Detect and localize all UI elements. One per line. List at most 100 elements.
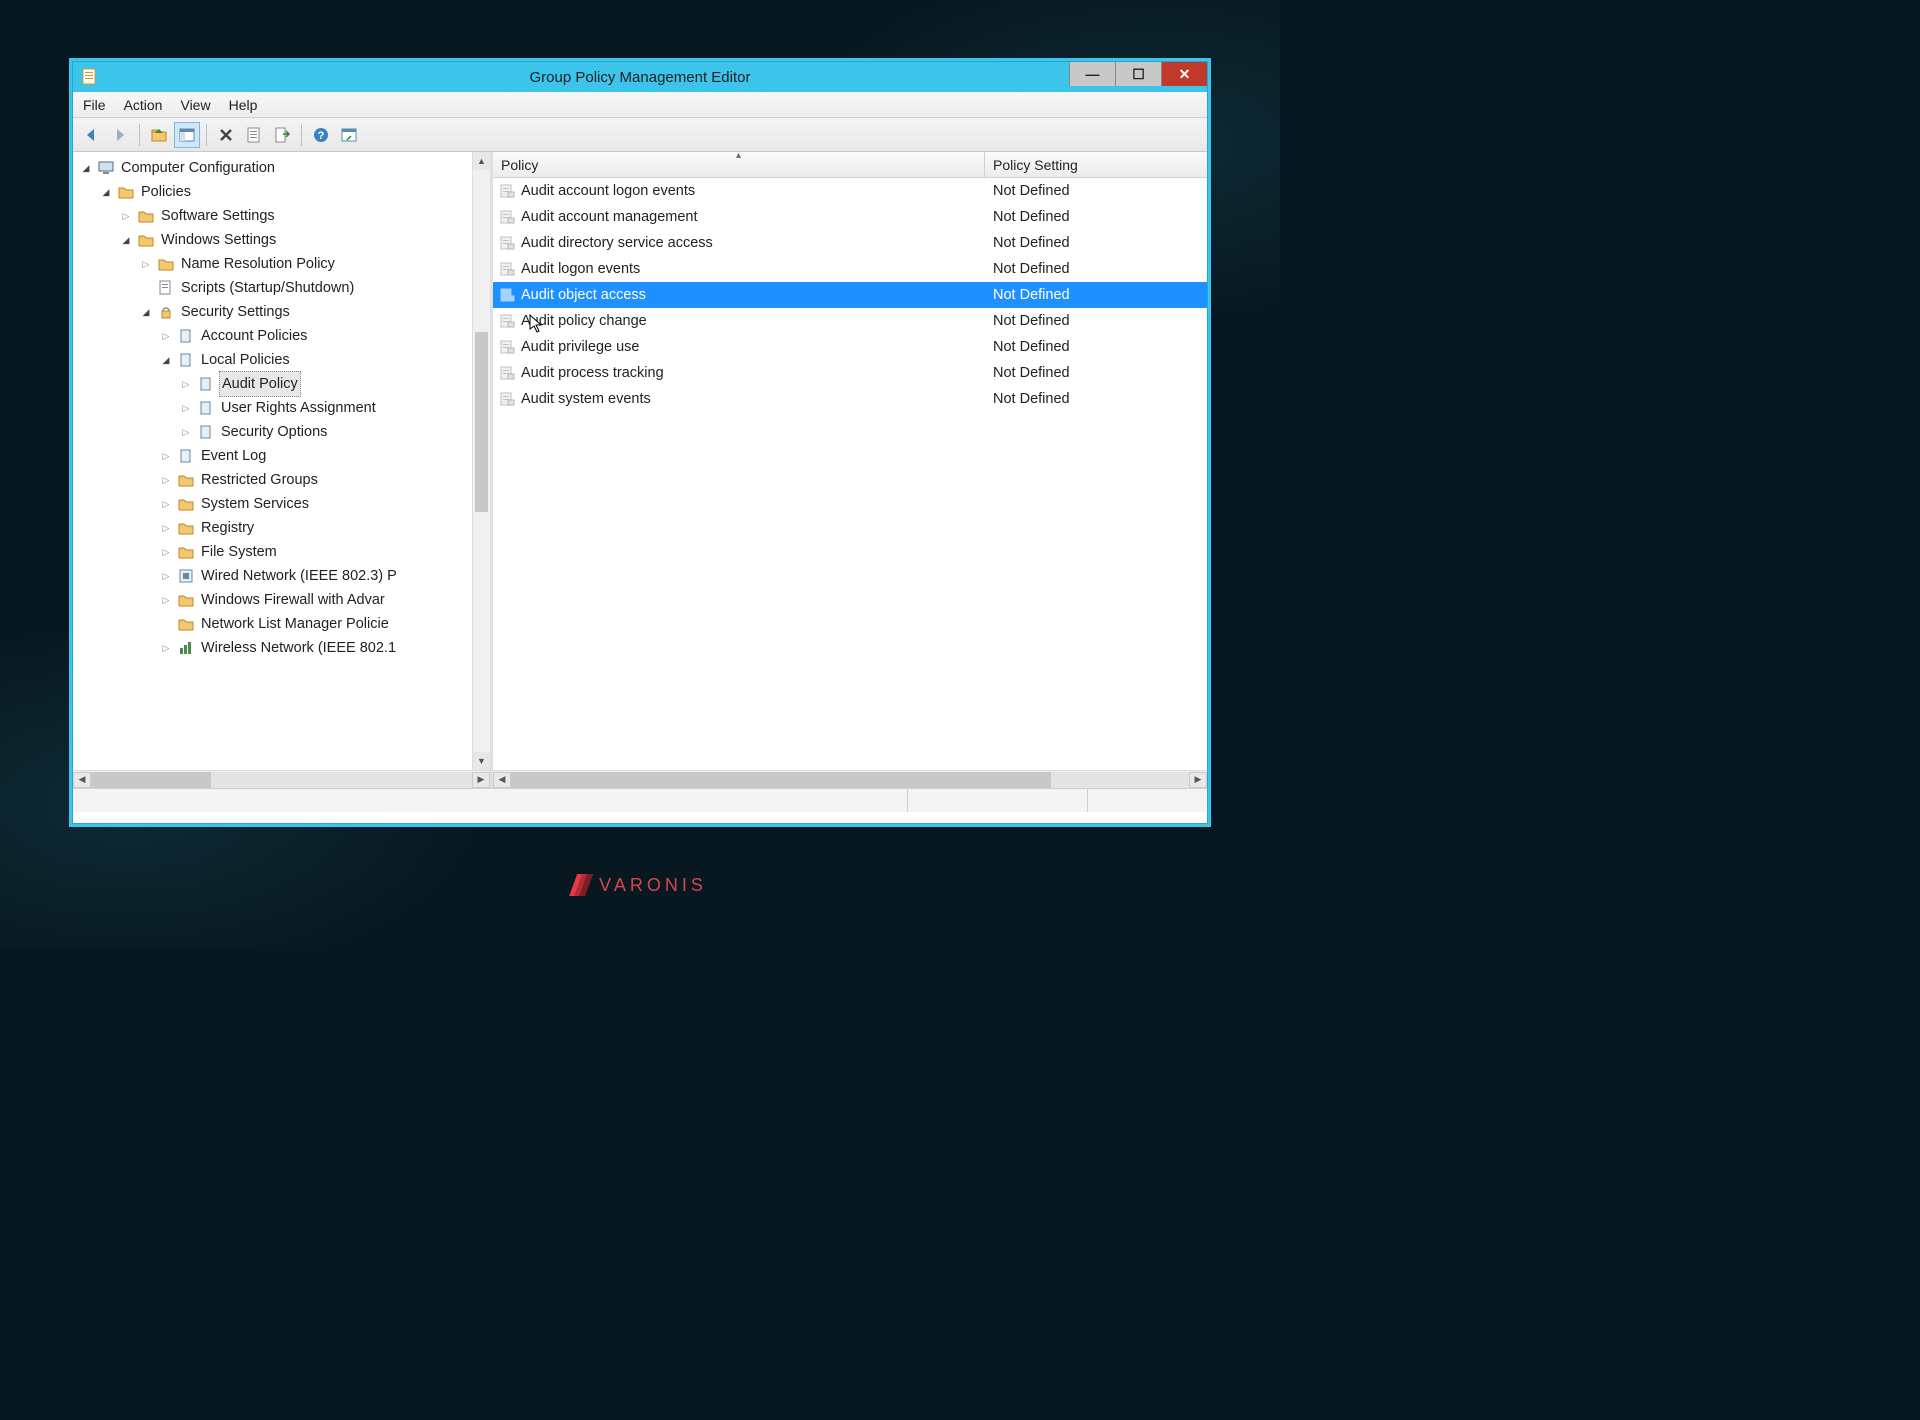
show-hide-tree-button[interactable] <box>174 122 200 148</box>
statusbar-cell <box>907 789 1087 812</box>
branding-logo: VARONIS <box>573 874 707 896</box>
tree-node-wireless-network[interactable]: Wireless Network (IEEE 802.1 <box>79 636 490 660</box>
scroll-left-icon[interactable]: ◀ <box>73 772 91 788</box>
up-folder-button[interactable] <box>146 122 172 148</box>
tree-label: Event Log <box>199 444 268 468</box>
expand-icon[interactable] <box>159 348 173 373</box>
scroll-thumb[interactable] <box>475 332 488 512</box>
tree-node-scripts[interactable]: Scripts (Startup/Shutdown) <box>79 276 490 300</box>
policy-row[interactable]: Audit privilege useNot Defined <box>493 334 1207 360</box>
policy-row[interactable]: Audit directory service accessNot Define… <box>493 230 1207 256</box>
policy-list[interactable]: Audit account logon eventsNot DefinedAud… <box>493 178 1207 770</box>
help-button[interactable]: ? <box>308 122 334 148</box>
tree-label: Security Settings <box>179 300 292 324</box>
tree-horizontal-scrollbar[interactable]: ◀ ▶ <box>73 770 490 788</box>
tree-node-network-list-manager[interactable]: Network List Manager Policie <box>79 612 490 636</box>
tree-node-security-options[interactable]: Security Options <box>79 420 490 444</box>
tree-node-restricted-groups[interactable]: Restricted Groups <box>79 468 490 492</box>
tree-node-file-system[interactable]: File System <box>79 540 490 564</box>
scroll-track[interactable] <box>511 772 1189 788</box>
tree-node-system-services[interactable]: System Services <box>79 492 490 516</box>
tree-label: Network List Manager Policie <box>199 612 391 636</box>
column-header-policy[interactable]: Policy ▴ <box>493 152 985 177</box>
expand-icon[interactable] <box>159 492 173 517</box>
scroll-right-icon[interactable]: ▶ <box>1189 772 1207 788</box>
tree-node-local-policies[interactable]: Local Policies <box>79 348 490 372</box>
close-button[interactable]: ✕ <box>1161 62 1207 86</box>
tree-node-account-policies[interactable]: Account Policies <box>79 324 490 348</box>
policy-row[interactable]: Audit process trackingNot Defined <box>493 360 1207 386</box>
expand-icon[interactable] <box>99 180 113 205</box>
menu-action[interactable]: Action <box>124 97 163 113</box>
expand-icon[interactable] <box>159 636 173 661</box>
scroll-thumb[interactable] <box>511 772 1051 788</box>
expand-icon[interactable] <box>159 444 173 469</box>
tree-vertical-scrollbar[interactable]: ▲ ▼ <box>472 152 490 770</box>
expand-icon[interactable] <box>179 420 193 445</box>
expand-icon[interactable] <box>179 396 193 421</box>
forward-button[interactable] <box>107 122 133 148</box>
tree-node-wired-network[interactable]: Wired Network (IEEE 802.3) P <box>79 564 490 588</box>
tree-node-registry[interactable]: Registry <box>79 516 490 540</box>
tree-node-security-settings[interactable]: Security Settings <box>79 300 490 324</box>
tree-node-audit-policy[interactable]: Audit Policy <box>79 372 490 396</box>
policy-row[interactable]: Audit object accessNot Defined <box>493 282 1207 308</box>
scroll-track[interactable] <box>91 772 472 788</box>
tree-label: Local Policies <box>199 348 292 372</box>
menu-file[interactable]: File <box>83 97 106 113</box>
expand-icon[interactable] <box>139 300 153 325</box>
menu-help[interactable]: Help <box>229 97 258 113</box>
toolbar: ? <box>73 118 1207 152</box>
policy-row[interactable]: Audit policy changeNot Defined <box>493 308 1207 334</box>
tree-node-software-settings[interactable]: Software Settings <box>79 204 490 228</box>
policy-item-icon <box>499 209 515 225</box>
tree-node-user-rights[interactable]: User Rights Assignment <box>79 396 490 420</box>
policy-name: Audit process tracking <box>521 365 664 381</box>
minimize-button[interactable]: — <box>1069 62 1115 86</box>
back-button[interactable] <box>79 122 105 148</box>
filter-button[interactable] <box>336 122 362 148</box>
column-header-setting[interactable]: Policy Setting <box>985 152 1207 177</box>
tree-node-name-resolution[interactable]: Name Resolution Policy <box>79 252 490 276</box>
policy-row[interactable]: Audit logon eventsNot Defined <box>493 256 1207 282</box>
expand-icon[interactable] <box>159 588 173 613</box>
expand-icon[interactable] <box>159 468 173 493</box>
menu-view[interactable]: View <box>180 97 210 113</box>
properties-button[interactable] <box>241 122 267 148</box>
scroll-up-icon[interactable]: ▲ <box>473 152 490 170</box>
svg-text:?: ? <box>318 130 325 142</box>
expand-icon[interactable] <box>159 516 173 541</box>
expand-icon[interactable] <box>159 324 173 349</box>
delete-button[interactable] <box>213 122 239 148</box>
policy-setting: Not Defined <box>985 235 1207 251</box>
policy-row[interactable]: Audit account logon eventsNot Defined <box>493 178 1207 204</box>
expand-icon[interactable] <box>119 204 133 229</box>
titlebar[interactable]: Group Policy Management Editor — ☐ ✕ <box>73 62 1207 92</box>
tree-node-windows-settings[interactable]: Windows Settings <box>79 228 490 252</box>
expand-icon[interactable] <box>159 564 173 589</box>
scroll-left-icon[interactable]: ◀ <box>493 772 511 788</box>
policy-name: Audit logon events <box>521 261 640 277</box>
tree-node-computer-configuration[interactable]: Computer Configuration <box>79 156 490 180</box>
export-button[interactable] <box>269 122 295 148</box>
expand-icon[interactable] <box>79 156 93 181</box>
policy-row[interactable]: Audit system eventsNot Defined <box>493 386 1207 412</box>
policy-name: Audit policy change <box>521 313 647 329</box>
tree-node-windows-firewall[interactable]: Windows Firewall with Advar <box>79 588 490 612</box>
expand-icon[interactable] <box>159 540 173 565</box>
maximize-button[interactable]: ☐ <box>1115 62 1161 86</box>
policy-icon <box>197 423 215 441</box>
expand-icon[interactable] <box>139 252 153 277</box>
folder-icon <box>137 207 155 225</box>
tree-view[interactable]: Computer Configuration Policies Software… <box>73 152 490 770</box>
policy-row[interactable]: Audit account managementNot Defined <box>493 204 1207 230</box>
expand-icon[interactable] <box>119 228 133 253</box>
scroll-right-icon[interactable]: ▶ <box>472 772 490 788</box>
scroll-down-icon[interactable]: ▼ <box>473 752 490 770</box>
folder-icon <box>137 231 155 249</box>
scroll-thumb[interactable] <box>91 772 211 788</box>
expand-icon[interactable] <box>179 372 193 397</box>
list-horizontal-scrollbar[interactable]: ◀ ▶ <box>493 770 1207 788</box>
tree-node-event-log[interactable]: Event Log <box>79 444 490 468</box>
tree-node-policies[interactable]: Policies <box>79 180 490 204</box>
